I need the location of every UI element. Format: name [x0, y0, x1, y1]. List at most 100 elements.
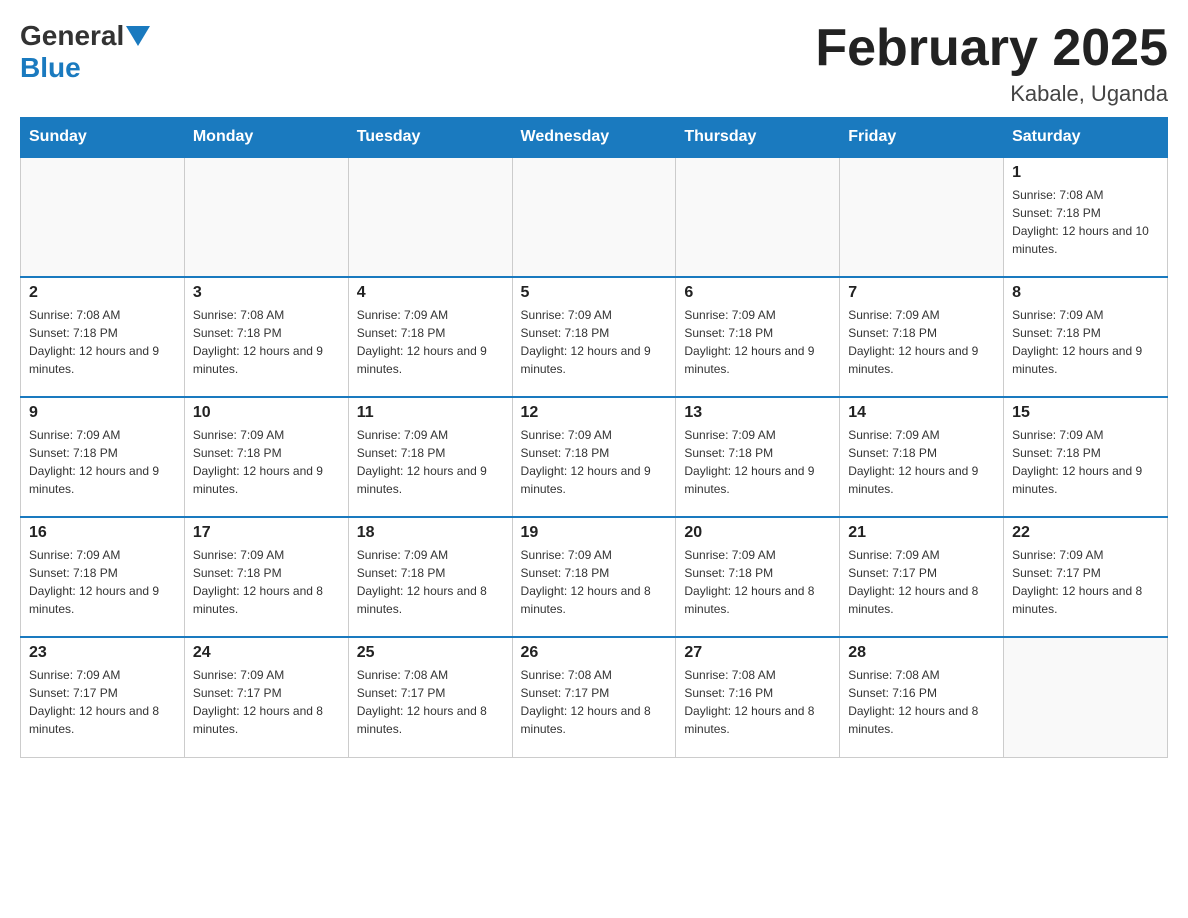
- day-header-saturday: Saturday: [1004, 118, 1168, 158]
- day-number: 1: [1012, 164, 1159, 182]
- day-number: 27: [684, 644, 831, 662]
- day-cell: 21 Sunrise: 7:09 AM Sunset: 7:17 PM Dayli…: [840, 517, 1004, 637]
- day-cell: 15Sunrise: 7:09 AM Sunset: 7:18 PM Dayli…: [1004, 397, 1168, 517]
- logo: General Blue: [20, 20, 152, 84]
- week-row-1: 2 Sunrise: 7:08 AM Sunset: 7:18 PM Daylig…: [21, 277, 1168, 397]
- month-title: February 2025: [815, 20, 1168, 77]
- day-cell: 23 Sunrise: 7:09 AM Sunset: 7:17 PM Dayli…: [21, 637, 185, 757]
- day-info: Sunrise: 7:09 AM Sunset: 7:17 PM Dayligh…: [29, 666, 176, 738]
- day-info: Sunrise: 7:09 AM Sunset: 7:18 PM Dayligh…: [193, 546, 340, 618]
- day-header-monday: Monday: [184, 118, 348, 158]
- day-number: 17: [193, 524, 340, 542]
- day-number: 11: [357, 404, 504, 422]
- day-info: Sunrise: 7:08 AM Sunset: 7:16 PM Dayligh…: [848, 666, 995, 738]
- day-info: Sunrise: 7:09 AM Sunset: 7:17 PM Dayligh…: [848, 546, 995, 618]
- day-cell: 11 Sunrise: 7:09 AM Sunset: 7:18 PM Dayli…: [348, 397, 512, 517]
- day-info: Sunrise: 7:09 AM Sunset: 7:18 PM Dayligh…: [357, 546, 504, 618]
- day-number: 5: [521, 284, 668, 302]
- calendar-table: SundayMondayTuesdayWednesdayThursdayFrid…: [20, 117, 1168, 758]
- day-number: 22: [1012, 524, 1159, 542]
- day-info: Sunrise: 7:09 AM Sunset: 7:18 PM Dayligh…: [684, 546, 831, 618]
- day-number: 18: [357, 524, 504, 542]
- day-info: Sunrise: 7:08 AM Sunset: 7:17 PM Dayligh…: [357, 666, 504, 738]
- day-number: 9: [29, 404, 176, 422]
- day-cell: 9 Sunrise: 7:09 AM Sunset: 7:18 PM Daylig…: [21, 397, 185, 517]
- day-info: Sunrise: 7:09 AM Sunset: 7:18 PM Dayligh…: [521, 546, 668, 618]
- day-cell: [676, 157, 840, 277]
- day-cell: 2 Sunrise: 7:08 AM Sunset: 7:18 PM Daylig…: [21, 277, 185, 397]
- day-cell: [1004, 637, 1168, 757]
- day-cell: 20 Sunrise: 7:09 AM Sunset: 7:18 PM Dayli…: [676, 517, 840, 637]
- day-cell: 22Sunrise: 7:09 AM Sunset: 7:17 PM Dayli…: [1004, 517, 1168, 637]
- title-block: February 2025 Kabale, Uganda: [815, 20, 1168, 107]
- day-header-friday: Friday: [840, 118, 1004, 158]
- day-cell: 25 Sunrise: 7:08 AM Sunset: 7:17 PM Dayli…: [348, 637, 512, 757]
- day-info: Sunrise: 7:09 AM Sunset: 7:18 PM Dayligh…: [357, 306, 504, 378]
- day-number: 21: [848, 524, 995, 542]
- day-cell: 24Sunrise: 7:09 AM Sunset: 7:17 PM Dayli…: [184, 637, 348, 757]
- day-info: Sunrise: 7:09 AM Sunset: 7:18 PM Dayligh…: [521, 426, 668, 498]
- day-number: 2: [29, 284, 176, 302]
- day-cell: 13 Sunrise: 7:09 AM Sunset: 7:18 PM Dayli…: [676, 397, 840, 517]
- day-number: 19: [521, 524, 668, 542]
- day-number: 7: [848, 284, 995, 302]
- calendar-body: 1 Sunrise: 7:08 AM Sunset: 7:18 PM Daylig…: [21, 157, 1168, 757]
- day-number: 10: [193, 404, 340, 422]
- week-row-4: 23 Sunrise: 7:09 AM Sunset: 7:17 PM Dayli…: [21, 637, 1168, 757]
- day-number: 25: [357, 644, 504, 662]
- day-info: Sunrise: 7:09 AM Sunset: 7:18 PM Dayligh…: [848, 426, 995, 498]
- day-number: 8: [1012, 284, 1159, 302]
- day-info: Sunrise: 7:08 AM Sunset: 7:18 PM Dayligh…: [1012, 186, 1159, 258]
- day-number: 16: [29, 524, 176, 542]
- day-cell: [348, 157, 512, 277]
- day-cell: 28 Sunrise: 7:08 AM Sunset: 7:16 PM Dayli…: [840, 637, 1004, 757]
- day-header-tuesday: Tuesday: [348, 118, 512, 158]
- day-info: Sunrise: 7:09 AM Sunset: 7:18 PM Dayligh…: [521, 306, 668, 378]
- day-info: Sunrise: 7:09 AM Sunset: 7:18 PM Dayligh…: [193, 426, 340, 498]
- day-number: 20: [684, 524, 831, 542]
- day-cell: [184, 157, 348, 277]
- week-row-0: 1 Sunrise: 7:08 AM Sunset: 7:18 PM Daylig…: [21, 157, 1168, 277]
- day-cell: [21, 157, 185, 277]
- day-cell: 8 Sunrise: 7:09 AM Sunset: 7:18 PM Daylig…: [1004, 277, 1168, 397]
- week-row-3: 16 Sunrise: 7:09 AM Sunset: 7:18 PM Dayli…: [21, 517, 1168, 637]
- day-cell: 10 Sunrise: 7:09 AM Sunset: 7:18 PM Dayli…: [184, 397, 348, 517]
- day-cell: 19 Sunrise: 7:09 AM Sunset: 7:18 PM Dayli…: [512, 517, 676, 637]
- day-number: 24: [193, 644, 340, 662]
- day-number: 23: [29, 644, 176, 662]
- day-header-thursday: Thursday: [676, 118, 840, 158]
- day-info: Sunrise: 7:08 AM Sunset: 7:18 PM Dayligh…: [29, 306, 176, 378]
- day-number: 28: [848, 644, 995, 662]
- day-info: Sunrise: 7:09 AM Sunset: 7:18 PM Dayligh…: [29, 546, 176, 618]
- logo-general-text: General: [20, 20, 124, 52]
- day-cell: 16 Sunrise: 7:09 AM Sunset: 7:18 PM Dayli…: [21, 517, 185, 637]
- day-cell: 17 Sunrise: 7:09 AM Sunset: 7:18 PM Dayli…: [184, 517, 348, 637]
- day-info: Sunrise: 7:08 AM Sunset: 7:18 PM Dayligh…: [193, 306, 340, 378]
- day-info: Sunrise: 7:09 AM Sunset: 7:18 PM Dayligh…: [1012, 306, 1159, 378]
- day-cell: 26 Sunrise: 7:08 AM Sunset: 7:17 PM Dayli…: [512, 637, 676, 757]
- day-cell: 18 Sunrise: 7:09 AM Sunset: 7:18 PM Dayli…: [348, 517, 512, 637]
- day-cell: 27 Sunrise: 7:08 AM Sunset: 7:16 PM Dayli…: [676, 637, 840, 757]
- week-row-2: 9 Sunrise: 7:09 AM Sunset: 7:18 PM Daylig…: [21, 397, 1168, 517]
- day-number: 3: [193, 284, 340, 302]
- day-cell: [512, 157, 676, 277]
- logo-triangle-icon: [126, 26, 150, 46]
- day-number: 26: [521, 644, 668, 662]
- day-number: 13: [684, 404, 831, 422]
- day-info: Sunrise: 7:08 AM Sunset: 7:17 PM Dayligh…: [521, 666, 668, 738]
- location: Kabale, Uganda: [815, 81, 1168, 107]
- day-info: Sunrise: 7:09 AM Sunset: 7:18 PM Dayligh…: [29, 426, 176, 498]
- day-cell: 3 Sunrise: 7:08 AM Sunset: 7:18 PM Daylig…: [184, 277, 348, 397]
- day-number: 15: [1012, 404, 1159, 422]
- day-cell: 6Sunrise: 7:09 AM Sunset: 7:18 PM Daylig…: [676, 277, 840, 397]
- day-header-wednesday: Wednesday: [512, 118, 676, 158]
- day-number: 4: [357, 284, 504, 302]
- day-cell: 14Sunrise: 7:09 AM Sunset: 7:18 PM Dayli…: [840, 397, 1004, 517]
- day-cell: 7Sunrise: 7:09 AM Sunset: 7:18 PM Daylig…: [840, 277, 1004, 397]
- day-info: Sunrise: 7:08 AM Sunset: 7:16 PM Dayligh…: [684, 666, 831, 738]
- calendar-header: SundayMondayTuesdayWednesdayThursdayFrid…: [21, 118, 1168, 158]
- day-cell: 12Sunrise: 7:09 AM Sunset: 7:18 PM Dayli…: [512, 397, 676, 517]
- day-info: Sunrise: 7:09 AM Sunset: 7:18 PM Dayligh…: [684, 426, 831, 498]
- day-cell: 5 Sunrise: 7:09 AM Sunset: 7:18 PM Daylig…: [512, 277, 676, 397]
- day-info: Sunrise: 7:09 AM Sunset: 7:18 PM Dayligh…: [357, 426, 504, 498]
